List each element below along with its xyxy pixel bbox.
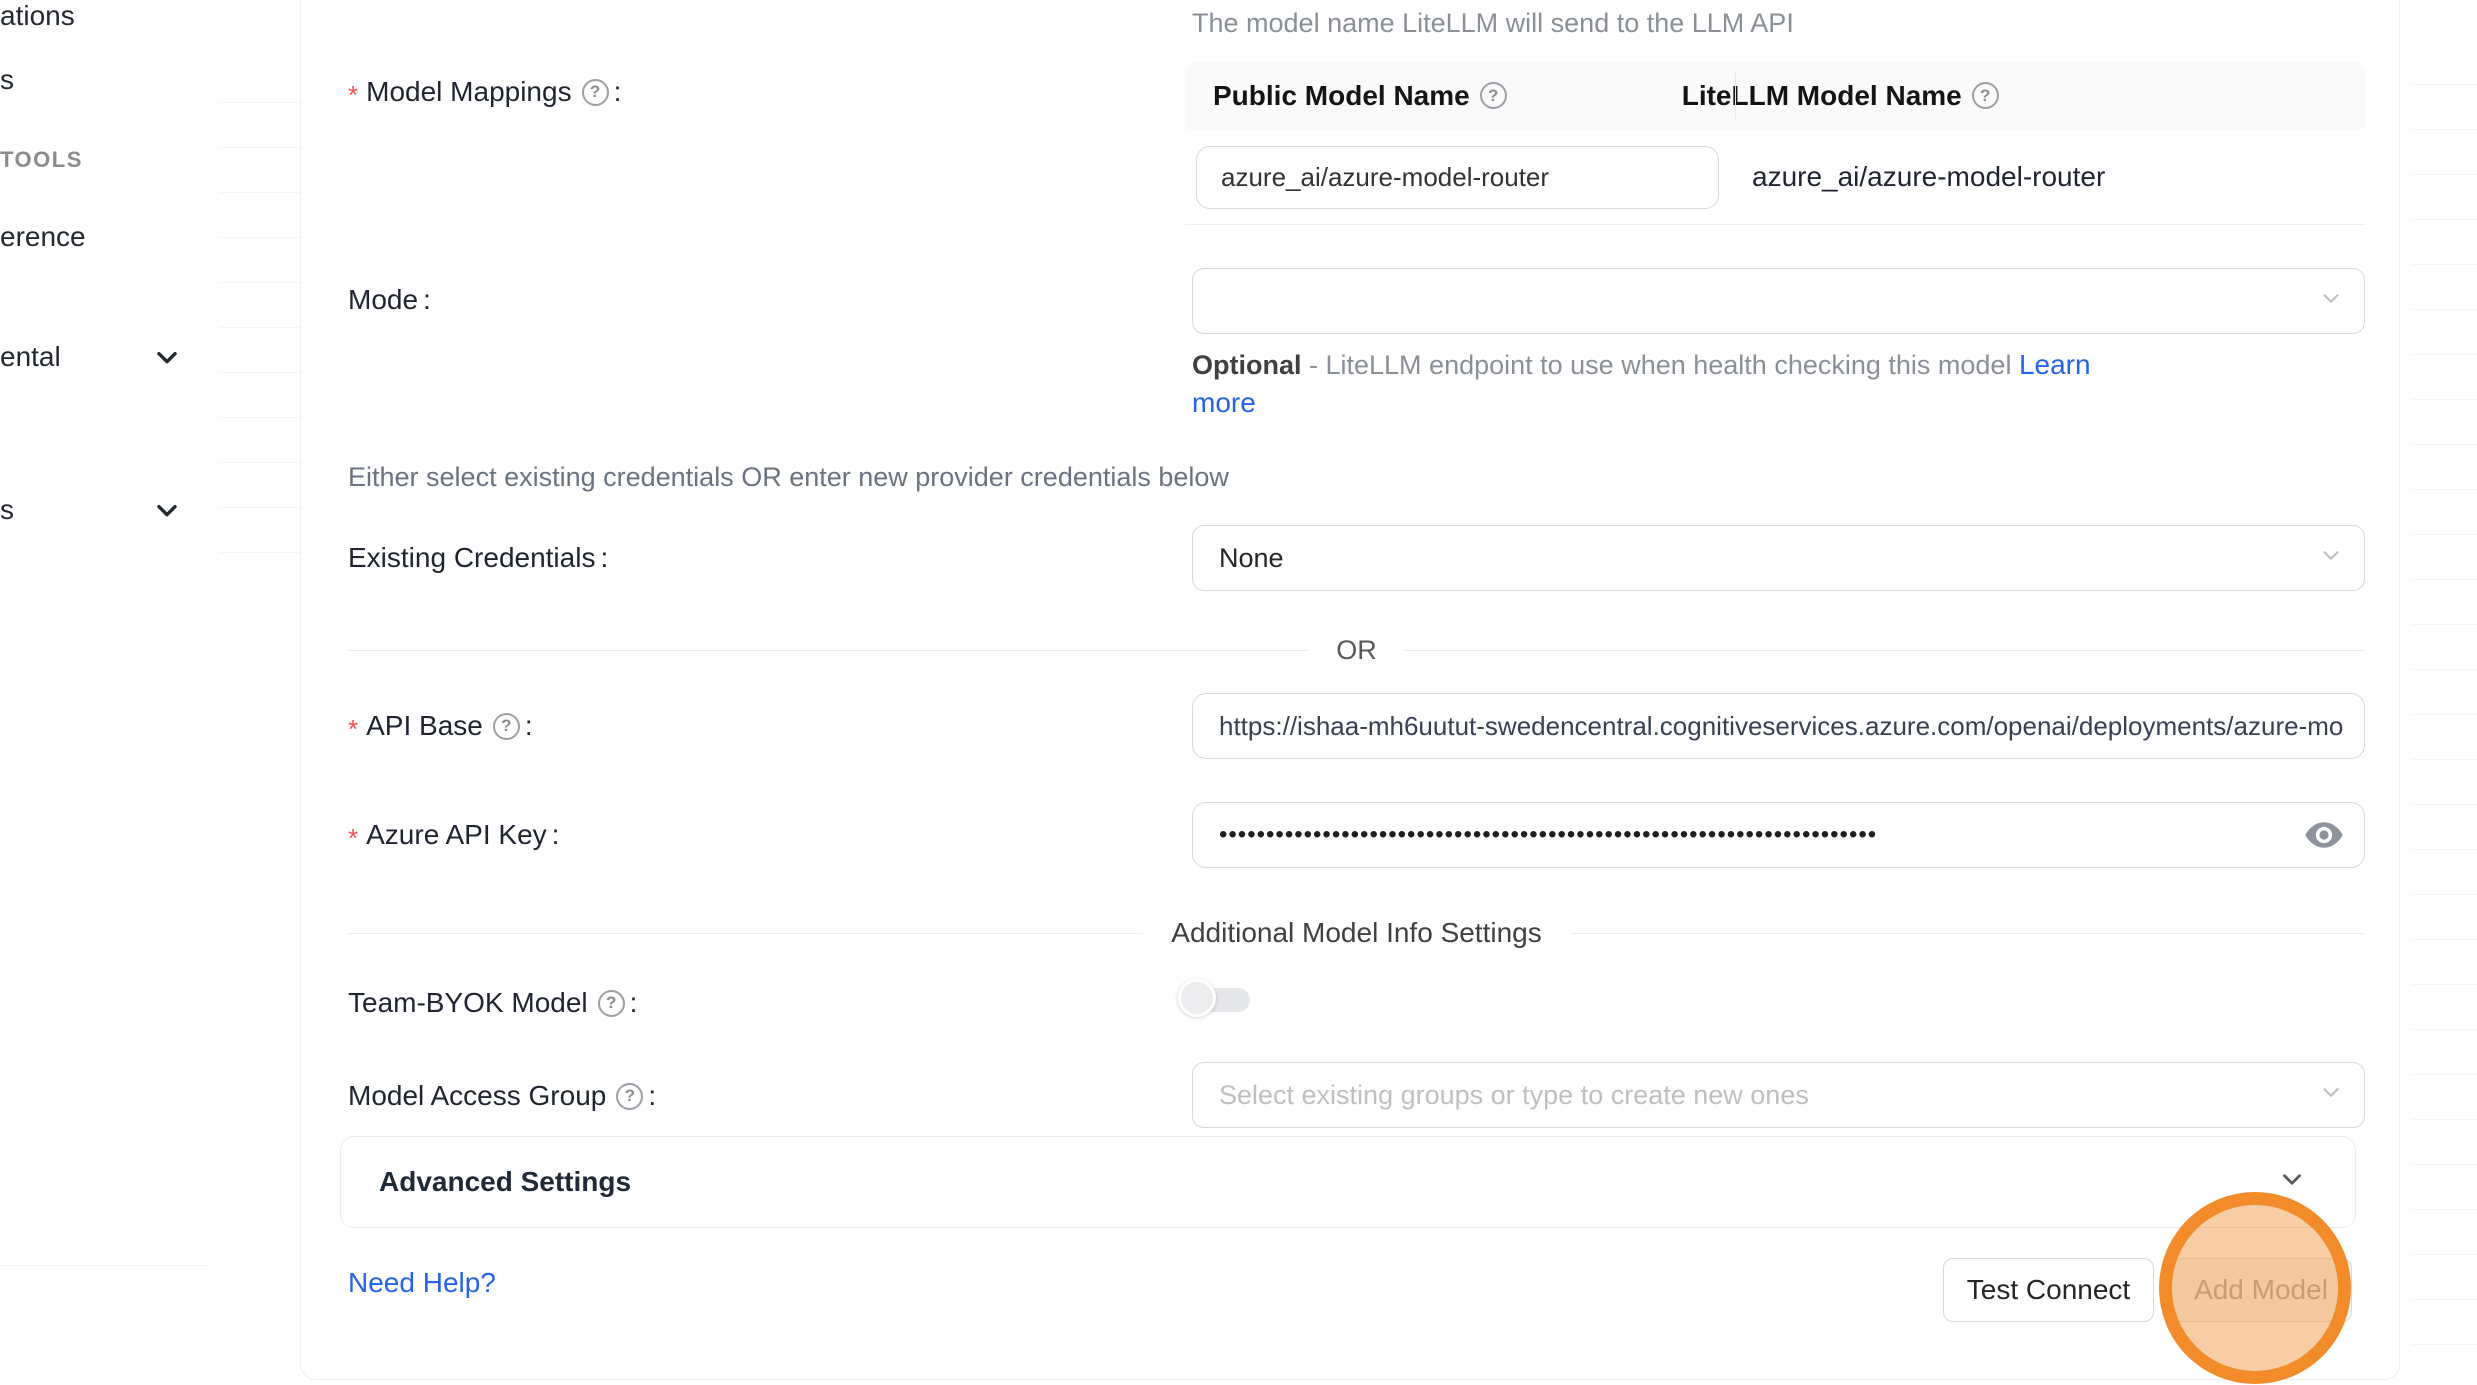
public-model-name-input[interactable] (1197, 162, 1718, 193)
public-model-name-input-wrap (1196, 146, 1719, 209)
sidebar-item-label: ental (0, 341, 61, 373)
help-question-icon[interactable]: ? (493, 713, 520, 740)
mode-help-text: Optional - LiteLLM endpoint to use when … (1192, 346, 2091, 422)
eye-icon (2302, 818, 2346, 852)
azure-api-key-input-wrap: ••••••••••••••••••••••••••••••••••••••••… (1192, 802, 2365, 868)
public-model-name-header: Public Model Name ? (1213, 80, 1507, 112)
model-mappings-header-row: Public Model Name ? LiteLLM Model Name ? (1185, 62, 2365, 129)
or-divider: OR (348, 636, 2365, 664)
background-table-right-sliver (2412, 40, 2477, 1360)
litellm-model-name-header: LiteLLM Model Name ? (1682, 80, 1999, 112)
api-base-input[interactable] (1193, 694, 2364, 758)
credentials-note: Either select existing credentials OR en… (348, 462, 1229, 493)
team-byok-label: Team-BYOK Model ? : (348, 983, 637, 1023)
api-base-input-wrap (1192, 693, 2365, 759)
help-question-icon[interactable]: ? (598, 990, 625, 1017)
sidebar-item-label: s (0, 494, 14, 526)
chevron-down-icon (2318, 543, 2344, 574)
background-row-line (0, 1265, 210, 1266)
test-connect-button[interactable]: Test Connect (1943, 1258, 2154, 1322)
team-byok-toggle[interactable] (1178, 979, 1250, 1021)
chevron-down-icon (2318, 1080, 2344, 1111)
need-help-wrap: Need Help? (348, 1263, 496, 1303)
advanced-settings-panel[interactable]: Advanced Settings (340, 1136, 2356, 1228)
sidebar-item-integrations[interactable]: ations (0, 0, 75, 36)
learn-more-link[interactable]: more (1192, 387, 1256, 418)
help-question-icon[interactable]: ? (1480, 82, 1507, 109)
chevron-down-icon[interactable] (150, 340, 184, 374)
help-question-icon[interactable]: ? (582, 79, 609, 106)
model-access-group-select[interactable]: Select existing groups or type to create… (1192, 1062, 2365, 1128)
learn-more-link[interactable]: Learn (2019, 349, 2091, 380)
mode-select[interactable] (1192, 268, 2365, 334)
model-mappings-label: * Model Mappings ? : (348, 72, 621, 112)
api-base-label: * API Base ? : (348, 706, 533, 746)
litellm-model-name-helper: The model name LiteLLM will send to the … (1192, 8, 1794, 39)
sidebar-section-tools: TOOLS (0, 140, 83, 180)
azure-api-key-masked-value[interactable]: ••••••••••••••••••••••••••••••••••••••••… (1193, 821, 2364, 849)
chevron-down-icon (2277, 1165, 2307, 1200)
sidebar-item-label: ations (0, 0, 75, 32)
need-help-link[interactable]: Need Help? (348, 1267, 496, 1299)
sidebar-item-label: s (0, 64, 14, 96)
sidebar-item-settings[interactable]: s (0, 490, 14, 530)
existing-credentials-select[interactable]: None (1192, 525, 2365, 591)
litellm-model-name-value: azure_ai/azure-model-router (1752, 129, 2105, 224)
required-asterisk: * (348, 823, 358, 854)
required-asterisk: * (348, 80, 358, 111)
sidebar-section-label: TOOLS (0, 147, 83, 173)
toggle-password-visibility-button[interactable] (2300, 815, 2348, 855)
column-divider (1735, 72, 1736, 119)
background-table-left-sliver (220, 58, 300, 578)
azure-api-key-label: * Azure API Key : (348, 815, 559, 855)
additional-info-divider: Additional Model Info Settings (348, 919, 2365, 947)
existing-credentials-label: Existing Credentials : (348, 538, 608, 578)
chevron-down-icon[interactable] (150, 493, 184, 527)
mode-label: Mode : (348, 280, 431, 320)
help-question-icon[interactable]: ? (1972, 82, 1999, 109)
chevron-down-icon (2318, 286, 2344, 317)
advanced-settings-label: Advanced Settings (379, 1166, 631, 1198)
add-model-button[interactable]: Add Model (2170, 1258, 2352, 1322)
sidebar-item-experimental[interactable]: ental (0, 337, 61, 377)
model-access-group-label: Model Access Group ? : (348, 1076, 656, 1116)
sidebar-item-label: erence (0, 221, 86, 253)
model-mapping-row: azure_ai/azure-model-router (1185, 129, 2365, 225)
help-question-icon[interactable]: ? (616, 1083, 643, 1110)
model-mappings-table: Public Model Name ? LiteLLM Model Name ?… (1185, 62, 2365, 225)
required-asterisk: * (348, 714, 358, 745)
sidebar-item-models[interactable]: s (0, 60, 14, 100)
sidebar-item-inference[interactable]: erence (0, 217, 86, 257)
